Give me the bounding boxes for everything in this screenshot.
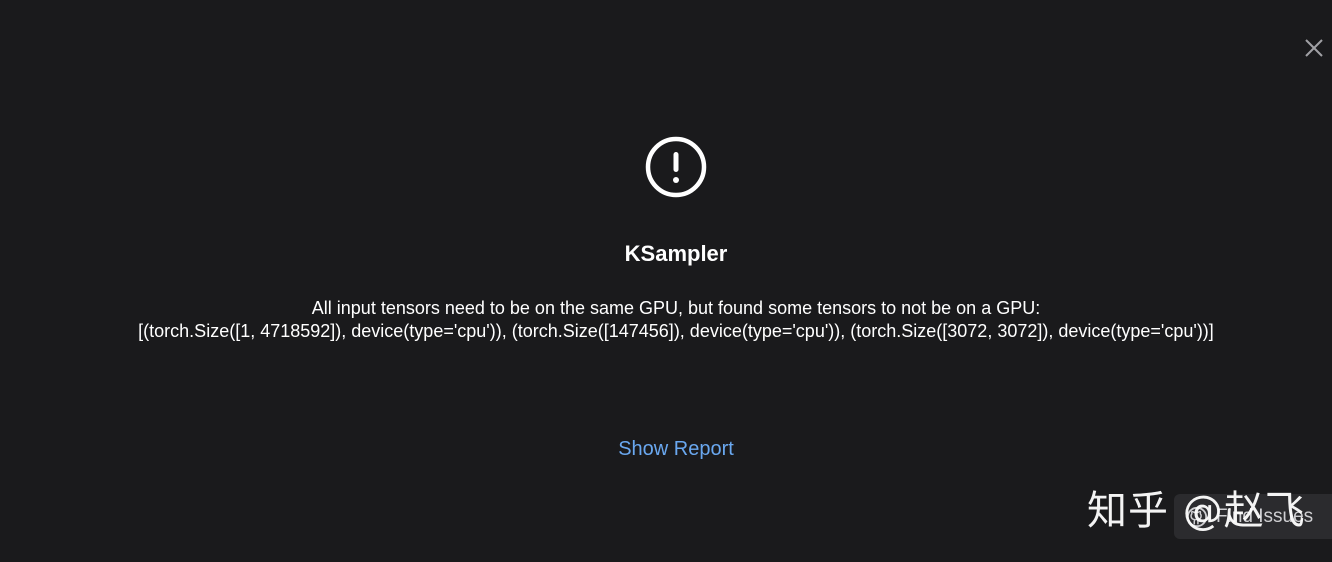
find-issues-label: Find Issues [1216, 505, 1314, 527]
error-dialog: KSampler All input tensors need to be on… [0, 0, 1332, 562]
github-icon [1186, 506, 1208, 527]
dialog-title: KSampler [624, 241, 728, 266]
show-report-container: Show Report [0, 438, 1332, 461]
close-button[interactable] [1302, 36, 1326, 60]
find-issues-button[interactable]: Find Issues [1174, 494, 1332, 539]
close-icon [1305, 39, 1323, 57]
error-message-line-2: [(torch.Size([1, 4718592]), device(type=… [138, 321, 1214, 341]
show-report-link[interactable]: Show Report [618, 438, 734, 460]
alert-circle-icon [645, 136, 707, 198]
error-message: All input tensors need to be on the same… [0, 297, 1332, 343]
error-message-line-1: All input tensors need to be on the same… [311, 298, 1041, 318]
